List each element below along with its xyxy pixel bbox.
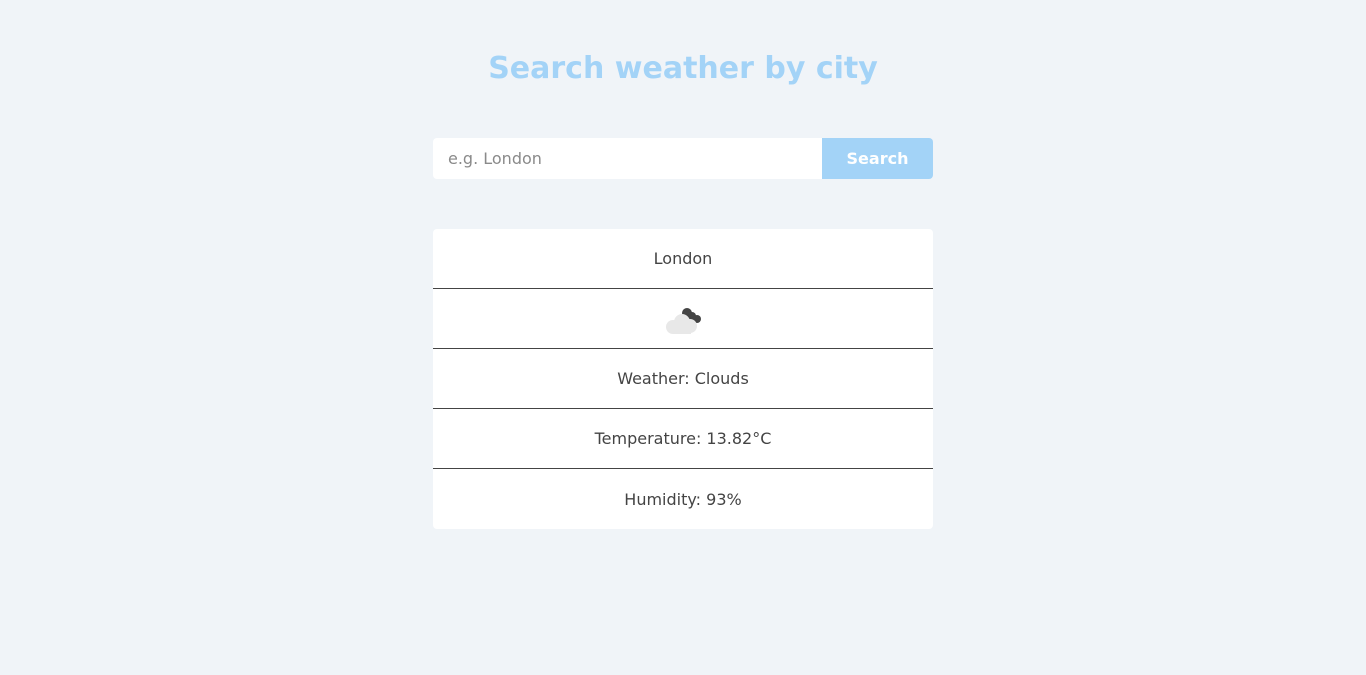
search-button[interactable]: Search	[822, 138, 933, 179]
condition-row: Weather: Clouds	[433, 349, 933, 409]
city-name: London	[653, 249, 713, 268]
temperature-row: Temperature: 13.82°C	[433, 409, 933, 469]
city-search-input[interactable]	[433, 138, 822, 179]
humidity-row: Humidity: 93%	[433, 469, 933, 529]
weather-condition: Weather: Clouds	[617, 369, 749, 388]
page-title: Search weather by city	[488, 51, 878, 86]
temperature-value: Temperature: 13.82°C	[594, 429, 772, 448]
icon-row	[433, 289, 933, 349]
weather-card: London Weather: Clouds Temperature: 13.8…	[433, 229, 933, 529]
search-form: Search	[433, 138, 933, 179]
city-row: London	[433, 229, 933, 289]
clouds-icon	[661, 304, 705, 334]
humidity-value: Humidity: 93%	[624, 489, 742, 509]
